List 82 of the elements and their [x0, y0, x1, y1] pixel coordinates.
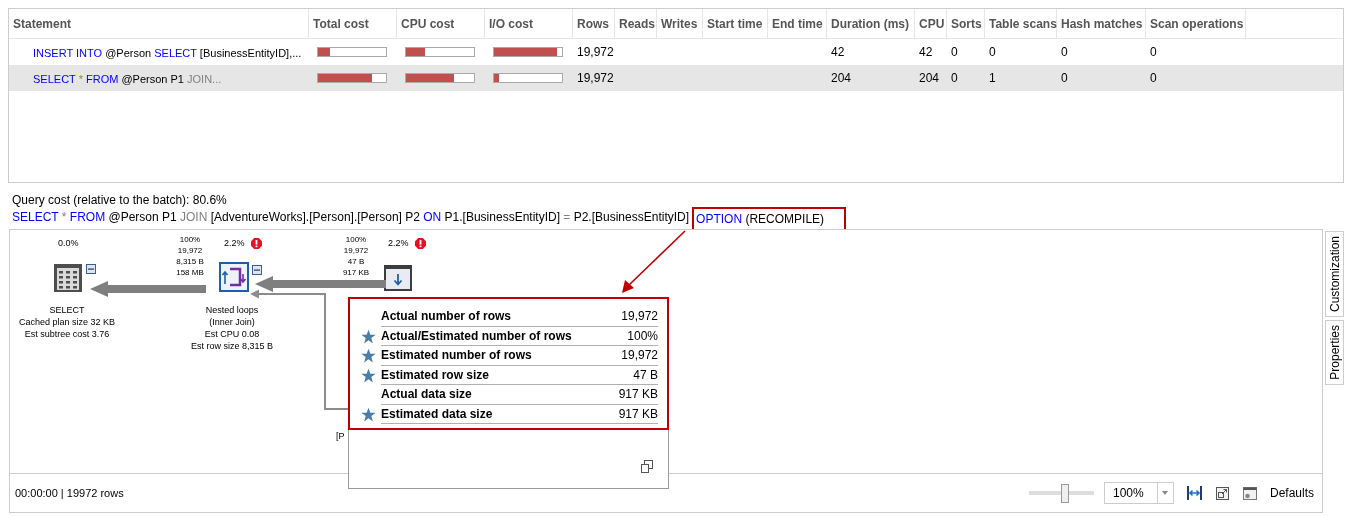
statement-text: INSERT INTO @Person SELECT [BusinessEntityID],... [33, 47, 302, 59]
table-cell: 0 [951, 71, 958, 85]
property-value: 19,972 [621, 347, 658, 365]
table-cell: 0 [1061, 45, 1068, 59]
column-header[interactable]: CPU [915, 9, 947, 38]
column-header[interactable]: Scan operations [1146, 9, 1246, 38]
column-header[interactable]: Hash matches [1057, 9, 1146, 38]
node-cost: 2.2% [224, 238, 245, 249]
edge-label: 19,972 [343, 245, 369, 256]
fit-width-icon[interactable] [1186, 486, 1202, 500]
table-cell: 204 [831, 71, 852, 85]
property-name: Estimated row size [381, 366, 490, 384]
node-cost: 2.2% [388, 238, 409, 249]
node-label: (Inner Join) [209, 316, 255, 328]
loop-icon[interactable] [219, 262, 249, 292]
caret-icon[interactable] [1162, 491, 1169, 495]
node-cost: 0.0% [58, 238, 79, 249]
node-label: Est subtree cost 3.76 [24, 328, 110, 340]
property-value: 917 KB [618, 386, 658, 404]
edge-label: 8,315 B [176, 256, 204, 267]
property-name: Estimated data size [381, 405, 493, 423]
node-label: Est row size 8,315 B [191, 340, 273, 352]
side-tab[interactable]: Properties [1325, 320, 1344, 385]
column-header[interactable]: Duration (ms) [827, 9, 915, 38]
column-header[interactable]: Total cost [309, 9, 397, 38]
column-header[interactable]: I/O cost [485, 9, 573, 38]
status-text: 00:00:00 | 19972 rows [15, 485, 124, 501]
table-icon[interactable] [53, 263, 83, 293]
property-name: Actual data size [381, 386, 472, 404]
column-header[interactable]: Rows [573, 9, 615, 38]
zoom-slider[interactable] [1028, 483, 1094, 503]
query-text: SELECT * FROM @Person P1 JOIN [AdventureWorks].[Person].[Person] P2 ON P1.[BusinessEntityID] = P2.[BusinessEntityID] [12, 209, 690, 226]
copy-icon[interactable] [641, 460, 653, 473]
table-cell: 42 [919, 45, 933, 59]
node-label: Nested loops [205, 304, 259, 316]
column-header[interactable]: Sorts [947, 9, 985, 38]
edge-label: 100% [345, 234, 367, 245]
property-value: 917 KB [618, 405, 658, 423]
table-cell: 0 [1061, 71, 1068, 85]
zoom-dropdown[interactable]: 100% [1103, 482, 1174, 504]
statement-text: SELECT * FROM @Person P1 JOIN... [33, 73, 222, 85]
property-name: Actual/Estimated number of rows [381, 327, 572, 345]
edge-label: 158 MB [176, 267, 204, 278]
table-cell: 42 [831, 45, 845, 59]
scan-icon[interactable] [384, 265, 412, 291]
edge-label: 100% [179, 234, 201, 245]
table-cell: 1 [989, 71, 996, 85]
expand-icon[interactable] [1215, 486, 1229, 500]
table-cell: 0 [1150, 71, 1157, 85]
property-value: 47 B [633, 366, 658, 384]
property-value: 100% [627, 327, 658, 345]
column-header[interactable]: Statement [9, 9, 309, 38]
property-name: Actual number of rows [381, 308, 511, 326]
column-header[interactable]: Table scans [985, 9, 1057, 38]
query-cost: Query cost (relative to the batch): 80.6% [12, 192, 228, 209]
property-name: Estimated number of rows [381, 347, 532, 365]
column-header[interactable]: Start time [703, 9, 768, 38]
edge-label: 47 B [347, 256, 365, 267]
node-label: Cached plan size 32 KB [18, 316, 116, 328]
node-label: [P [336, 430, 345, 442]
edge-label: 917 KB [342, 267, 370, 278]
table-cell: 204 [919, 71, 940, 85]
edge-label: 19,972 [177, 245, 203, 256]
table-cell: 19,972 [577, 71, 614, 85]
column-header[interactable]: End time [768, 9, 827, 38]
defaults-button[interactable]: Defaults [1269, 484, 1314, 502]
column-header[interactable]: Writes [657, 9, 703, 38]
statement-row[interactable]: SELECT * FROM @Person P1 JOIN... 19,972 204 204 0 1 0 0 [9, 65, 1343, 91]
table-cell: 0 [989, 45, 996, 59]
collapse-icon[interactable] [86, 264, 96, 274]
window-settings-icon[interactable] [1242, 486, 1257, 500]
table-cell: 0 [1150, 45, 1157, 59]
column-header[interactable]: Reads [615, 9, 657, 38]
column-header[interactable]: CPU cost [397, 9, 485, 38]
property-value: 19,972 [621, 308, 658, 326]
node-label: Est CPU 0.08 [204, 328, 260, 340]
collapse-icon[interactable] [252, 265, 262, 275]
table-cell: 0 [951, 45, 958, 59]
slider-thumb[interactable] [1060, 483, 1069, 503]
node-label: SELECT [49, 304, 85, 316]
side-tab[interactable]: Customization [1325, 231, 1344, 318]
table-cell: 19,972 [577, 45, 614, 59]
